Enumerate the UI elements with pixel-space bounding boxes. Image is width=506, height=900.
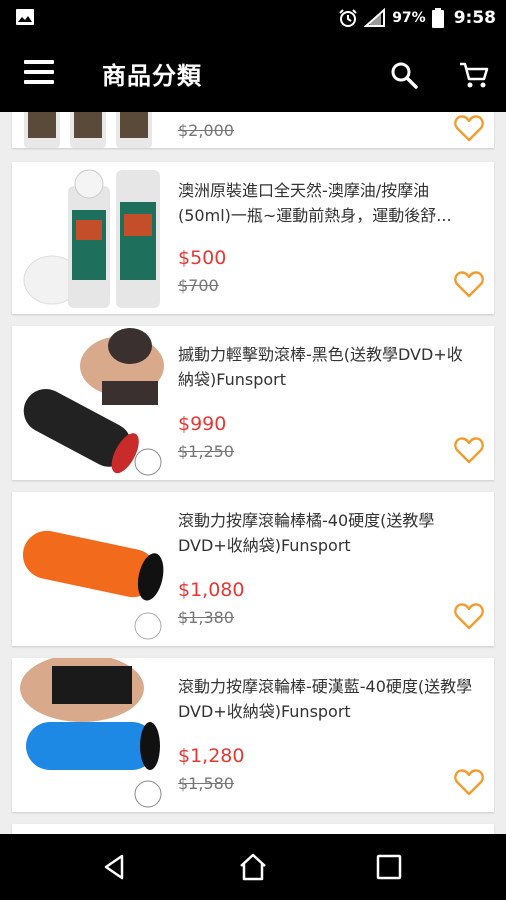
sale-price: $990	[178, 413, 227, 435]
original-price: $1,380	[178, 608, 234, 627]
sale-price: $1,280	[178, 745, 245, 767]
product-card[interactable]	[12, 824, 494, 834]
heart-icon[interactable]	[454, 602, 484, 630]
heart-icon[interactable]	[454, 436, 484, 464]
original-price: $2,000	[178, 121, 234, 140]
product-thumbnail	[12, 658, 167, 812]
cart-icon[interactable]	[458, 60, 490, 90]
home-icon[interactable]	[238, 852, 268, 882]
sale-price: $500	[178, 247, 227, 269]
status-bar: 97% 9:58	[0, 0, 506, 36]
search-icon[interactable]	[389, 60, 419, 90]
product-name: 滾動力按摩滾輪棒橘-40硬度(送教學DVD+收納袋)Funsport	[178, 511, 435, 555]
heart-icon[interactable]	[454, 114, 484, 142]
product-thumbnail	[12, 162, 167, 314]
recents-icon[interactable]	[374, 852, 404, 882]
heart-icon[interactable]	[454, 768, 484, 796]
product-card[interactable]: 摵動力輕擊勁滾棒-黑色(送教學DVD+收納袋)Funsport $990 $1,…	[12, 326, 494, 480]
battery-icon	[431, 8, 444, 28]
system-nav-bar	[0, 834, 506, 900]
image-notification-icon	[16, 9, 34, 25]
original-price: $700	[178, 276, 219, 295]
original-price: $1,250	[178, 442, 234, 461]
app-bar: 商品分類	[0, 36, 506, 112]
original-price: $1,580	[178, 774, 234, 793]
product-card[interactable]: $2,000	[12, 112, 494, 148]
product-list: $2,000 澳洲原裝進口全天然-澳摩油/按摩油(50ml)一瓶~運動前熱身，運…	[0, 112, 506, 834]
heart-icon[interactable]	[454, 270, 484, 298]
product-name: 滾動力按摩滾輪棒-硬漢藍-40硬度(送教學DVD+收納袋)Funsport	[178, 677, 473, 721]
product-name: 摵動力輕擊勁滾棒-黑色(送教學DVD+收納袋)Funsport	[178, 345, 463, 389]
product-name: 澳洲原裝進口全天然-澳摩油/按摩油(50ml)一瓶~運動前熱身，運動後舒...	[178, 181, 452, 225]
product-card[interactable]: 澳洲原裝進口全天然-澳摩油/按摩油(50ml)一瓶~運動前熱身，運動後舒... …	[12, 162, 494, 314]
menu-icon[interactable]	[24, 60, 56, 88]
clock-time: 9:58	[453, 8, 496, 28]
alarm-icon	[339, 9, 357, 27]
status-icons: 97% 9:58	[338, 7, 496, 29]
back-icon[interactable]	[100, 852, 130, 882]
product-thumbnail	[12, 112, 167, 148]
sale-price: $1,080	[178, 579, 245, 601]
product-thumbnail	[12, 326, 167, 480]
product-card[interactable]: 滾動力按摩滾輪棒-硬漢藍-40硬度(送教學DVD+收納袋)Funsport $1…	[12, 658, 494, 812]
product-thumbnail	[12, 492, 167, 646]
page-title: 商品分類	[102, 62, 202, 90]
battery-percent: 97%	[392, 10, 426, 26]
product-card[interactable]: 滾動力按摩滾輪棒橘-40硬度(送教學DVD+收納袋)Funsport $1,08…	[12, 492, 494, 646]
signal-icon	[364, 8, 386, 27]
